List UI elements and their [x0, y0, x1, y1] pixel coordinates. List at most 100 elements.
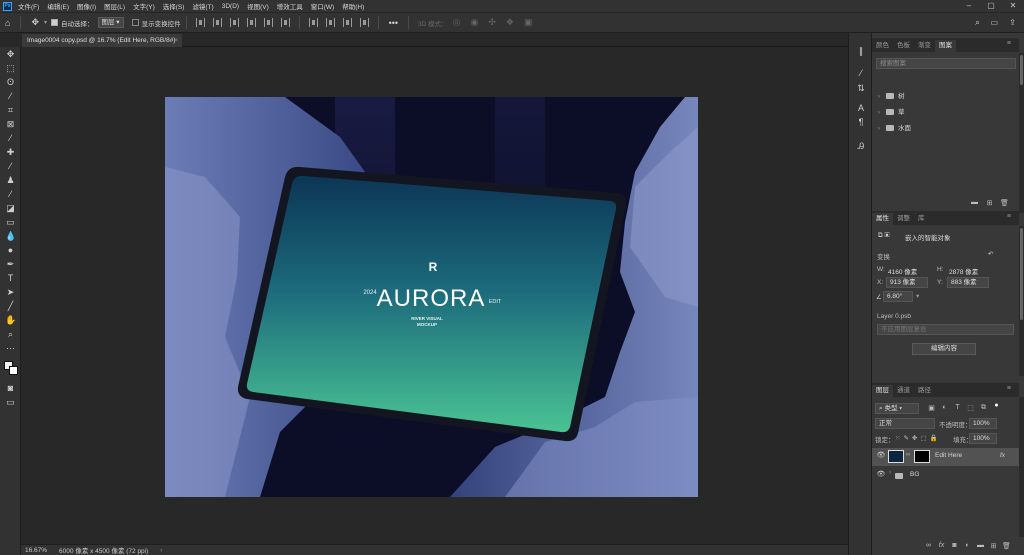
- edit-contents-button[interactable]: 编辑内容: [912, 343, 976, 355]
- chevron-right-icon[interactable]: ›: [878, 106, 883, 120]
- tab-swatches[interactable]: 色板: [893, 40, 914, 52]
- zoom-tool-icon[interactable]: ⌕: [5, 329, 16, 340]
- frame-tool-icon[interactable]: ⊠: [5, 119, 16, 130]
- pattern-search-input[interactable]: 搜索图案: [876, 58, 1016, 69]
- close-window-icon[interactable]: ✕: [1002, 0, 1024, 12]
- delete-icon[interactable]: 🗑: [1000, 199, 1009, 207]
- menu-view[interactable]: 视图(V): [247, 1, 269, 11]
- layer-name[interactable]: BG: [910, 471, 919, 478]
- chevron-right-icon[interactable]: ›: [878, 122, 883, 136]
- add-layer-style-icon[interactable]: fx: [937, 542, 946, 549]
- move-tool-icon[interactable]: ✥: [5, 49, 16, 60]
- move-tool-icon[interactable]: ✥: [31, 17, 39, 28]
- pen-tool-icon[interactable]: ✒: [5, 259, 16, 270]
- layers-scrollbar[interactable]: [1019, 397, 1024, 537]
- document-tab[interactable]: Image0004 copy.psd @ 16.7% (Edit Here, R…: [22, 34, 182, 47]
- angle-input[interactable]: 6.80°: [883, 291, 913, 302]
- chevron-down-icon[interactable]: ▾: [44, 19, 47, 26]
- chevron-right-icon[interactable]: ›: [889, 470, 891, 476]
- screen-mode-icon[interactable]: ▭: [5, 397, 16, 408]
- type-tool-icon[interactable]: T: [5, 273, 16, 284]
- new-group-icon[interactable]: ▬: [970, 199, 979, 206]
- properties-scrollbar[interactable]: [1019, 226, 1024, 376]
- brush-tool-icon[interactable]: ⁄: [5, 161, 16, 172]
- add-mask-icon[interactable]: ◙: [950, 542, 959, 549]
- maximize-icon[interactable]: ▢: [980, 0, 1002, 12]
- new-adjustment-layer-icon[interactable]: ◐: [963, 542, 972, 549]
- link-layers-icon[interactable]: ∞: [924, 542, 933, 549]
- dodge-tool-icon[interactable]: ●: [5, 245, 16, 256]
- background-color-swatch[interactable]: [9, 366, 18, 375]
- menu-select[interactable]: 选择(S): [163, 1, 185, 11]
- align-middle-icon[interactable]: [263, 18, 273, 27]
- y-input[interactable]: 883 像素: [947, 277, 989, 288]
- distribute-center-icon[interactable]: [325, 18, 335, 27]
- close-tab-icon[interactable]: ×: [174, 34, 178, 47]
- eye-icon[interactable]: 👁: [876, 451, 886, 461]
- layer-comp-dropdown[interactable]: 不应用图层复合: [877, 324, 1014, 335]
- status-arrow-icon[interactable]: ›: [160, 547, 162, 554]
- scrollbar-thumb[interactable]: [1020, 228, 1023, 320]
- filter-shape-icon[interactable]: ⬚: [966, 404, 975, 412]
- home-icon[interactable]: ⌂: [5, 18, 10, 28]
- tab-libraries[interactable]: 库: [914, 213, 929, 225]
- width-value[interactable]: 4160 像素: [888, 266, 917, 276]
- layer-name[interactable]: Edit Here: [935, 452, 962, 459]
- character-panel-icon[interactable]: A: [856, 103, 866, 113]
- document-canvas[interactable]: R 2024 AURORA EDIT RIVER VISUAL MOCKUP: [165, 97, 698, 497]
- tab-properties[interactable]: 属性: [872, 213, 893, 225]
- edit-toolbar-icon[interactable]: ⋯: [5, 343, 16, 354]
- healing-brush-tool-icon[interactable]: ✚: [5, 147, 16, 158]
- history-brush-tool-icon[interactable]: ⁄: [5, 189, 16, 200]
- new-pattern-icon[interactable]: ⊞: [985, 199, 994, 207]
- new-group-icon[interactable]: ▬: [976, 542, 985, 549]
- filter-toggle-icon[interactable]: ●: [992, 402, 1001, 409]
- x-input[interactable]: 913 像素: [886, 277, 928, 288]
- menu-image[interactable]: 图像(I): [77, 1, 96, 11]
- pattern-group-water[interactable]: › 水面: [875, 122, 1017, 136]
- eye-icon[interactable]: 👁: [876, 470, 886, 480]
- menu-plugins[interactable]: 增效工具: [277, 1, 303, 11]
- tab-gradients[interactable]: 渐变: [914, 40, 935, 52]
- gradient-tool-icon[interactable]: ▭: [5, 217, 16, 228]
- tab-channels[interactable]: 通道: [893, 385, 914, 397]
- filter-adjustment-icon[interactable]: ◐: [940, 404, 949, 411]
- more-options-icon[interactable]: •••: [389, 18, 398, 28]
- marquee-tool-icon[interactable]: ⬚: [5, 63, 16, 74]
- clone-stamp-tool-icon[interactable]: ♟: [5, 175, 16, 186]
- blend-mode-dropdown[interactable]: 正常: [875, 418, 935, 429]
- share-icon[interactable]: ⇪: [1009, 18, 1016, 27]
- distribute-right-icon[interactable]: [342, 18, 352, 27]
- auto-select-checkbox[interactable]: [51, 19, 58, 26]
- filter-smart-object-icon[interactable]: ⧉: [979, 404, 988, 412]
- menu-edit[interactable]: 编辑(E): [47, 1, 69, 11]
- scrollbar-thumb[interactable]: [1020, 55, 1023, 85]
- blur-tool-icon[interactable]: 💧: [5, 231, 16, 242]
- pattern-group-grass[interactable]: › 草: [875, 106, 1017, 120]
- tab-color[interactable]: 颜色: [872, 40, 893, 52]
- chevron-down-icon[interactable]: ▾: [916, 292, 919, 300]
- layer-effects-icon[interactable]: fx: [1000, 452, 1005, 459]
- tab-layers[interactable]: 图层: [872, 385, 893, 397]
- menu-layer[interactable]: 图层(L): [104, 1, 125, 11]
- show-transform-checkbox[interactable]: [131, 19, 139, 26]
- align-right-icon[interactable]: [229, 18, 239, 27]
- tab-paths[interactable]: 路径: [914, 385, 935, 397]
- search-icon[interactable]: ⌕: [975, 17, 980, 28]
- layer-filter-dropdown[interactable]: ⌕ 类型 ▾: [875, 403, 919, 414]
- menu-help[interactable]: 帮助(H): [342, 1, 364, 11]
- reset-transform-icon[interactable]: ↶: [988, 250, 993, 258]
- pattern-group-trees[interactable]: › 树: [875, 90, 1017, 104]
- brush-settings-icon[interactable]: ⁄: [856, 68, 866, 78]
- paragraph-panel-icon[interactable]: ¶: [856, 117, 866, 127]
- lock-options-icon[interactable]: ⁙✎✥⬚🔒: [895, 434, 941, 442]
- menu-window[interactable]: 窗口(W): [311, 1, 334, 11]
- panel-menu-icon[interactable]: ≡: [1007, 213, 1011, 220]
- workspace-icon[interactable]: ▭: [990, 18, 998, 27]
- menu-type[interactable]: 文字(Y): [133, 1, 155, 11]
- distribute-left-icon[interactable]: [308, 18, 318, 27]
- filter-type-icon[interactable]: T: [953, 404, 962, 411]
- path-selection-tool-icon[interactable]: ➤: [5, 287, 16, 298]
- fill-input[interactable]: 100%: [969, 433, 997, 444]
- link-icon[interactable]: ∞: [906, 452, 910, 458]
